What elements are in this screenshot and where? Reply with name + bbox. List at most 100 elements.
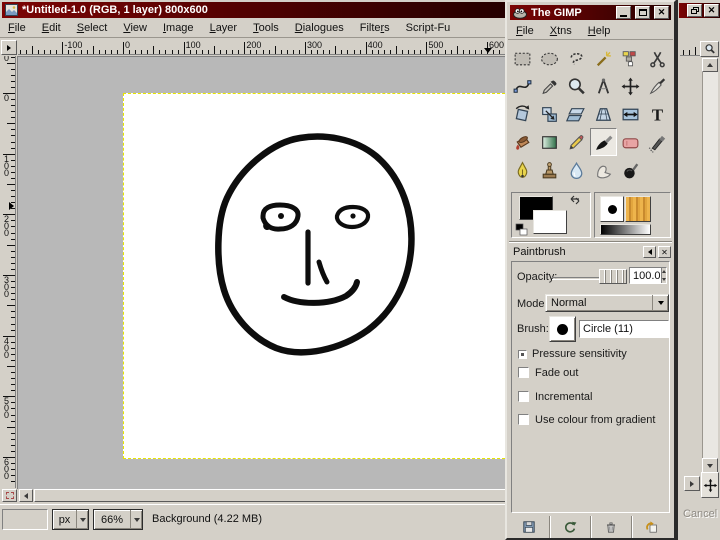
tool-shear-button[interactable] [563, 100, 590, 128]
toolbox-menu-xtns[interactable]: Xtns [542, 23, 580, 39]
detach-button[interactable] [643, 246, 656, 258]
horizontal-ruler[interactable]: -1000100200300400500600 [18, 40, 508, 55]
reset-options-button[interactable] [632, 516, 672, 538]
tool-free-select-button[interactable] [563, 44, 590, 72]
maximize-button[interactable] [635, 6, 650, 19]
menu-view[interactable]: View [115, 20, 155, 36]
horizontal-scrollbar-thumb[interactable] [34, 489, 508, 502]
opacity-spinbox[interactable]: 100.0 [629, 267, 667, 284]
menu-filters[interactable]: Filters [352, 20, 398, 36]
pressure-expander[interactable] [518, 350, 527, 359]
unit-select[interactable]: px [52, 509, 89, 530]
active-brush-indicator[interactable] [600, 196, 624, 222]
tool-eraser-button[interactable] [617, 128, 644, 156]
spin-up-icon[interactable] [662, 270, 666, 273]
menu-edit[interactable]: Edit [34, 20, 69, 36]
menu-file[interactable]: File [0, 20, 34, 36]
tool-flip-button[interactable] [617, 100, 644, 128]
tool-magnify-button[interactable] [563, 72, 590, 100]
menu-script-fu[interactable]: Script-Fu [398, 20, 459, 36]
tool-color-picker-button[interactable] [536, 72, 563, 100]
tool-ellipse-select-button[interactable] [536, 44, 563, 72]
tool-ink-button[interactable] [509, 156, 536, 184]
brush-name-field[interactable]: Circle (11) [579, 320, 669, 338]
menu-layer[interactable]: Layer [202, 20, 246, 36]
tool-rect-select-button[interactable] [509, 44, 536, 72]
menu-tools[interactable]: Tools [245, 20, 287, 36]
background-window-titlebar[interactable]: ✕ [679, 3, 720, 18]
tool-clone-button[interactable] [536, 156, 563, 184]
vertical-ruler[interactable]: -1000100200300400500600 [1, 56, 16, 488]
tool-airbrush-button[interactable] [644, 128, 671, 156]
tool-crop-button[interactable] [644, 72, 671, 100]
menu-dialogues[interactable]: Dialogues [287, 20, 352, 36]
active-gradient-indicator[interactable] [600, 224, 651, 235]
tool-rotate-button[interactable] [509, 100, 536, 128]
scroll-down-button[interactable] [702, 458, 718, 473]
tool-scissors-button[interactable] [644, 44, 671, 72]
tool-text-button[interactable]: T [644, 100, 671, 128]
navigation-button[interactable] [701, 472, 719, 498]
restore-options-button[interactable] [550, 516, 591, 538]
zoom-select[interactable]: 66% [93, 509, 143, 530]
tool-perspective-button[interactable] [590, 100, 617, 128]
zoom-indicator-button[interactable] [700, 41, 719, 57]
quick-mask-toggle[interactable] [2, 489, 17, 502]
close-button[interactable]: ✕ [654, 6, 669, 19]
ruler-tick [165, 50, 166, 54]
opacity-slider-handle[interactable] [599, 269, 627, 284]
tool-move-button[interactable] [617, 72, 644, 100]
tool-paths-button[interactable] [509, 72, 536, 100]
ruler-tick [311, 50, 312, 54]
toolbox-menu-help[interactable]: Help [580, 23, 619, 39]
background-color-swatch[interactable] [533, 210, 567, 234]
delete-options-button[interactable] [591, 516, 632, 538]
close-options-button[interactable]: ✕ [658, 246, 671, 258]
tool-fuzzy-select-button[interactable] [590, 44, 617, 72]
save-options-button[interactable] [509, 516, 550, 538]
spin-down-icon[interactable] [662, 278, 666, 281]
horizontal-scrollbar-track[interactable] [34, 489, 508, 502]
tool-bucket-fill-button[interactable] [509, 128, 536, 156]
menu-select[interactable]: Select [69, 20, 116, 36]
tool-paintbrush-button[interactable] [590, 128, 617, 156]
toolbox-titlebar[interactable]: The GIMP ✕ [510, 5, 671, 20]
tool-scale-button[interactable] [536, 100, 563, 128]
incremental-checkbox[interactable] [518, 391, 529, 402]
indicator-area [507, 191, 674, 239]
brush-preview-button[interactable] [549, 316, 576, 342]
tool-measure-button[interactable] [590, 72, 617, 100]
canvas[interactable] [123, 93, 508, 459]
scroll-up-button[interactable] [702, 58, 718, 72]
cursor-position-field [2, 509, 48, 530]
tool-pencil-button[interactable] [563, 128, 590, 156]
ruler-tick [263, 50, 264, 54]
restore-button[interactable] [687, 4, 702, 17]
minimize-button[interactable] [616, 6, 631, 19]
vertical-scrollbar-track[interactable] [702, 72, 718, 458]
tool-smudge-button[interactable] [590, 156, 617, 184]
opacity-slider-track[interactable] [552, 277, 599, 280]
ruler-origin-menu-button[interactable] [1, 40, 17, 55]
scroll-left-button[interactable] [19, 489, 33, 502]
toolbox-menu-file[interactable]: File [508, 23, 542, 39]
cancel-button[interactable]: Cancel [683, 508, 717, 520]
mode-dropdown[interactable]: Normal [545, 294, 669, 312]
ruler-tick [7, 305, 15, 306]
paths-icon [512, 76, 533, 97]
close-button[interactable]: ✕ [704, 4, 719, 17]
fade-out-checkbox[interactable] [518, 367, 529, 378]
menu-image[interactable]: Image [155, 20, 202, 36]
swap-colors-icon[interactable] [569, 194, 581, 209]
tool-dodge-burn-button[interactable] [617, 156, 644, 184]
use-colour-from-gradient-checkbox[interactable] [518, 414, 529, 425]
tool-select-by-color-button[interactable] [617, 44, 644, 72]
tool-blend-button[interactable] [536, 128, 563, 156]
active-pattern-indicator[interactable] [625, 196, 651, 222]
tool-convolve-button[interactable] [563, 156, 590, 184]
image-window-titlebar[interactable]: *Untitled-1.0 (RGB, 1 layer) 800x600 [2, 2, 506, 18]
ruler-tick [11, 257, 15, 258]
canvas-viewport[interactable] [17, 56, 508, 489]
default-colors-icon[interactable] [515, 223, 528, 239]
scroll-right-button[interactable] [684, 476, 700, 491]
